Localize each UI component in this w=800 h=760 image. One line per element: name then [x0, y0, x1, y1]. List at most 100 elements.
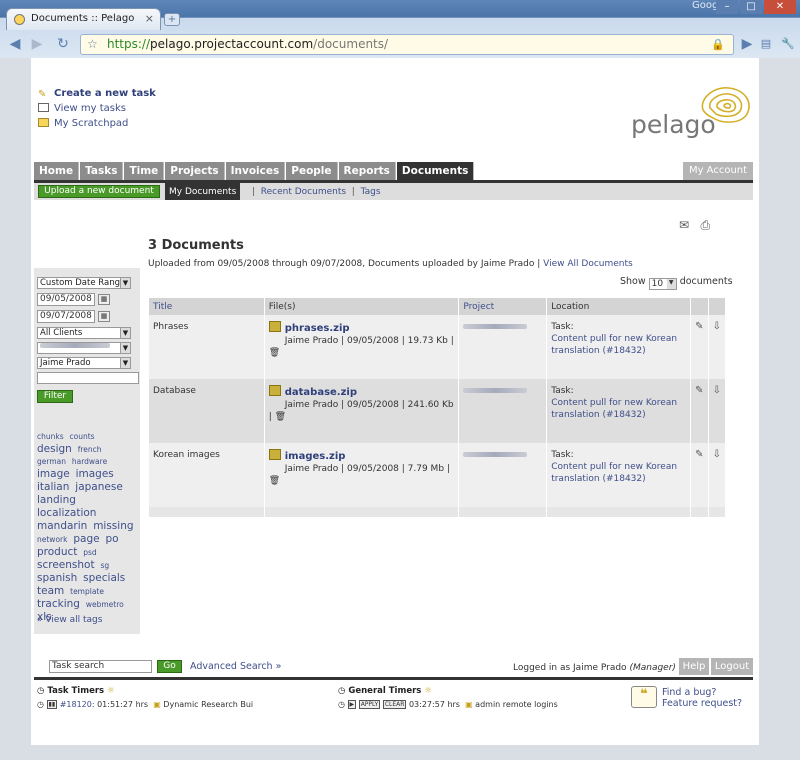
- tag-link[interactable]: counts: [70, 432, 95, 441]
- browser-tab[interactable]: Documents :: Pelago ×: [6, 8, 161, 30]
- file-link[interactable]: images.zip: [285, 451, 346, 462]
- date-range-select[interactable]: Custom Date Range ▼: [37, 277, 131, 289]
- col-project[interactable]: Project: [458, 298, 548, 315]
- email-icon[interactable]: ✉: [679, 218, 689, 232]
- tag-link[interactable]: mandarin: [37, 520, 87, 532]
- nav-tasks[interactable]: Tasks: [80, 162, 124, 180]
- minimize-icon[interactable]: –: [716, 0, 738, 14]
- nav-people[interactable]: People: [286, 162, 338, 180]
- scratchpad-link[interactable]: My Scratchpad: [38, 118, 156, 129]
- help-button[interactable]: Help: [679, 658, 709, 675]
- trash-icon[interactable]: 🗑: [275, 412, 286, 422]
- tag-link[interactable]: template: [70, 587, 104, 596]
- doc-project[interactable]: [458, 379, 548, 443]
- subnav-my-documents[interactable]: My Documents: [165, 183, 241, 200]
- nav-reports[interactable]: Reports: [338, 162, 396, 180]
- clients-select[interactable]: All Clients ▼: [37, 327, 131, 339]
- back-icon[interactable]: ◀: [6, 35, 24, 53]
- tag-link[interactable]: specials: [83, 572, 125, 584]
- doc-project[interactable]: [458, 315, 548, 379]
- new-tab-button[interactable]: +: [164, 13, 180, 26]
- tag-link[interactable]: italian: [37, 481, 69, 493]
- address-bar[interactable]: ☆ https://pelago.projectaccount.com/docu…: [80, 34, 734, 55]
- apply-button[interactable]: APPLY: [358, 700, 381, 709]
- tag-link[interactable]: german: [37, 457, 66, 466]
- tag-link[interactable]: sg: [100, 561, 109, 570]
- download-icon[interactable]: ⇩: [708, 443, 727, 507]
- nav-time[interactable]: Time: [124, 162, 165, 180]
- view-all-tags-link[interactable]: » View all tags: [37, 615, 102, 625]
- nav-invoices[interactable]: Invoices: [225, 162, 286, 180]
- tag-link[interactable]: psd: [83, 548, 96, 557]
- to-date-input[interactable]: 09/07/2008: [37, 310, 95, 323]
- tag-link[interactable]: webmetro: [86, 600, 124, 609]
- trash-icon[interactable]: 🗑: [269, 348, 280, 358]
- col-title[interactable]: Title: [149, 298, 265, 315]
- file-link[interactable]: phrases.zip: [285, 323, 350, 334]
- project-select[interactable]: ▼: [37, 342, 131, 354]
- download-icon[interactable]: ⇩: [708, 379, 727, 443]
- bookmark-star-icon[interactable]: ☆: [87, 37, 98, 51]
- go-icon[interactable]: ▶: [738, 35, 756, 53]
- person-select[interactable]: Jaime Prado ▼: [37, 357, 131, 369]
- tag-link[interactable]: french: [78, 445, 102, 454]
- logout-button[interactable]: Logout: [711, 658, 753, 675]
- close-tab-icon[interactable]: ×: [145, 12, 154, 25]
- pause-button[interactable]: ▮▮: [46, 700, 58, 709]
- clear-button[interactable]: CLEAR: [382, 700, 407, 709]
- tag-link[interactable]: po: [105, 533, 118, 545]
- forward-icon[interactable]: ▶: [28, 35, 46, 53]
- advanced-search-link[interactable]: Advanced Search »: [190, 661, 281, 672]
- tag-link[interactable]: design: [37, 443, 72, 455]
- play-button[interactable]: ▶: [347, 700, 357, 709]
- upload-document-button[interactable]: Upload a new document: [38, 185, 160, 198]
- view-tasks-link[interactable]: View my tasks: [38, 103, 156, 114]
- task-link[interactable]: Content pull for new Korean translation …: [551, 462, 677, 484]
- close-window-icon[interactable]: ✕: [764, 0, 796, 14]
- task-search-input[interactable]: Task search: [49, 660, 152, 673]
- tag-link[interactable]: images: [76, 468, 114, 480]
- task-timer-link[interactable]: #18120:: [60, 700, 95, 709]
- doc-project[interactable]: [458, 443, 548, 507]
- view-all-documents-link[interactable]: View All Documents: [543, 259, 633, 269]
- tag-link[interactable]: tracking: [37, 598, 80, 610]
- tag-link[interactable]: localization: [37, 507, 96, 519]
- keyword-input[interactable]: [37, 372, 139, 384]
- tag-link[interactable]: hardware: [72, 457, 107, 466]
- tag-link[interactable]: team: [37, 585, 64, 597]
- tag-link[interactable]: screenshot: [37, 559, 95, 571]
- tag-link[interactable]: network: [37, 535, 67, 544]
- tag-link[interactable]: image: [37, 468, 70, 480]
- wrench-icon[interactable]: 🔧: [778, 35, 798, 53]
- print-icon[interactable]: ⎙: [701, 218, 711, 232]
- edit-icon[interactable]: ✎: [690, 379, 709, 443]
- feature-request-link[interactable]: Feature request?: [662, 698, 742, 709]
- subnav-recent-documents[interactable]: Recent Documents: [261, 187, 346, 197]
- calendar-icon[interactable]: ▦: [98, 311, 110, 322]
- tag-link[interactable]: japanese: [75, 481, 123, 493]
- find-bug-link[interactable]: Find a bug?: [662, 687, 716, 698]
- tag-link[interactable]: chunks: [37, 432, 64, 441]
- tag-link[interactable]: product: [37, 546, 77, 558]
- tag-link[interactable]: missing: [93, 520, 133, 532]
- my-account-tab[interactable]: My Account: [683, 162, 753, 180]
- calendar-icon[interactable]: ▦: [98, 294, 110, 305]
- trash-icon[interactable]: 🗑: [269, 476, 280, 486]
- task-link[interactable]: Content pull for new Korean translation …: [551, 334, 677, 356]
- tag-link[interactable]: page: [73, 533, 99, 545]
- filter-button[interactable]: Filter: [37, 390, 73, 403]
- feedback-icon[interactable]: ❝: [631, 686, 657, 708]
- maximize-icon[interactable]: □: [740, 0, 762, 14]
- nav-projects[interactable]: Projects: [165, 162, 225, 180]
- tag-link[interactable]: landing: [37, 494, 76, 506]
- reload-icon[interactable]: ↻: [54, 35, 72, 53]
- from-date-input[interactable]: 09/05/2008: [37, 293, 95, 306]
- tag-link[interactable]: spanish: [37, 572, 77, 584]
- nav-documents[interactable]: Documents: [396, 162, 475, 180]
- edit-icon[interactable]: ✎: [690, 443, 709, 507]
- download-icon[interactable]: ⇩: [708, 315, 727, 379]
- subnav-tags[interactable]: Tags: [361, 187, 381, 197]
- search-go-button[interactable]: Go: [157, 660, 182, 673]
- page-menu-icon[interactable]: ▤: [756, 35, 776, 53]
- task-link[interactable]: Content pull for new Korean translation …: [551, 398, 677, 420]
